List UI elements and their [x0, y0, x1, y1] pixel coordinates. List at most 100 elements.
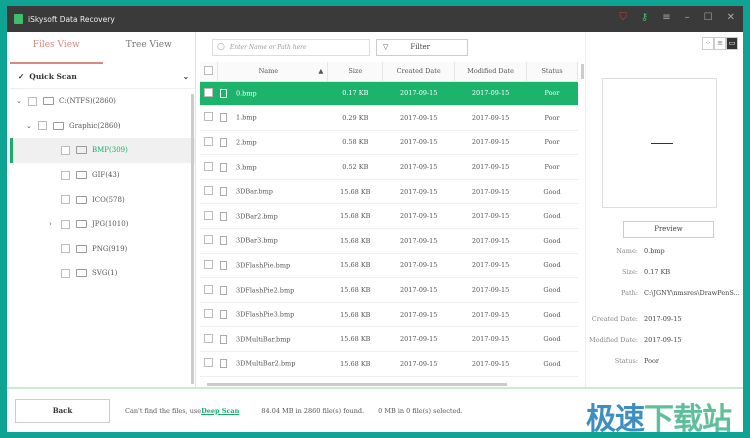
cell: 2017-09-15	[454, 302, 527, 328]
select-all-checkbox[interactable]	[200, 62, 219, 82]
column-header[interactable]: Status	[526, 62, 578, 82]
checkbox[interactable]	[61, 170, 70, 180]
cell: 2017-09-15	[454, 326, 527, 353]
info-row: Name: 0.bmp	[616, 247, 665, 255]
cell: 0.52 KB	[327, 154, 383, 180]
file-icon	[219, 211, 227, 221]
back-button[interactable]: Back	[15, 398, 110, 423]
tree-item[interactable]: ⌄ Graphic(2860)	[10, 114, 195, 139]
footer: Back Can't find the files, use Deep Scan…	[7, 387, 743, 437]
tree-item[interactable]: PNG(919)	[10, 237, 195, 262]
cell: 2017-09-15	[382, 81, 455, 107]
table-row[interactable]: 3DMultiBar2.bmp 15.68 KB 2017-09-15 2017-09…	[200, 351, 578, 377]
info-row: Path: C:\JGNY\nmsres\DrawPenS...	[621, 289, 740, 297]
cell: 3DFlashPie3.bmp	[217, 302, 328, 328]
row-checkbox[interactable]	[204, 136, 214, 146]
cart-icon[interactable]: ⛉	[619, 12, 627, 23]
checkbox[interactable]	[61, 244, 70, 254]
table-row[interactable]: 3DFlashPie.bmp 15.68 KB 2017-09-15 2017-09-…	[200, 253, 578, 279]
title-bar: iSkysoft Data Recovery ⛉ ⚷ ≡ – ☐ ✕	[7, 6, 743, 32]
tree-item[interactable]: ⌄ C:(NTFS)(2860)	[10, 89, 195, 114]
grid-view-icon[interactable]: ⁘	[702, 37, 714, 50]
table-row[interactable]: 3DMultiBar.bmp 15.68 KB 2017-09-15 2017-09-…	[200, 326, 578, 353]
row-checkbox[interactable]	[204, 259, 214, 269]
folder-icon	[76, 269, 87, 278]
cell: Poor	[526, 130, 578, 156]
cell: Poor	[526, 154, 578, 180]
tab-files-view[interactable]: Files View	[10, 32, 103, 64]
table-row[interactable]: 3DBar3.bmp 15.68 KB 2017-09-15 2017-09-15 Go…	[200, 228, 578, 254]
tab-tree-view[interactable]: Tree View	[103, 32, 196, 64]
table-row[interactable]: 1.bmp 0.29 KB 2017-09-15 2017-09-15 Poor	[200, 105, 578, 131]
list-view-icon[interactable]: ≡	[714, 37, 726, 50]
table-row[interactable]: 3DFlashPie2.bmp 15.68 KB 2017-09-15 2017-09…	[200, 277, 578, 303]
table-row[interactable]: 3DBar2.bmp 15.68 KB 2017-09-15 2017-09-15 Go…	[200, 203, 578, 230]
cell: 0.bmp	[217, 81, 328, 107]
minimize-icon[interactable]: –	[685, 12, 690, 23]
row-checkbox[interactable]	[204, 112, 214, 122]
maximize-icon[interactable]: ☐	[704, 12, 713, 23]
checkbox[interactable]	[28, 96, 37, 106]
cell: 15.68 KB	[327, 302, 383, 328]
cell: 15.68 KB	[327, 326, 383, 353]
column-header[interactable]: Created Date	[382, 62, 456, 82]
checkbox[interactable]	[61, 219, 70, 229]
collapse-chevron-icon[interactable]: ›	[36, 220, 61, 228]
table-row[interactable]: 3DBar.bmp 15.68 KB 2017-09-15 2017-09-15 Goo…	[200, 179, 578, 205]
cell: 15.68 KB	[327, 351, 383, 377]
file-icon	[219, 310, 227, 320]
cell: 15.68 KB	[327, 228, 383, 254]
table-row[interactable]: 2.bmp 0.58 KB 2017-09-15 2017-09-15 Poor	[200, 130, 578, 156]
cell: Poor	[526, 81, 578, 107]
row-checkbox[interactable]	[204, 358, 214, 368]
row-checkbox[interactable]	[204, 161, 214, 171]
menu-icon[interactable]: ≡	[662, 12, 670, 23]
table-row[interactable]: 0.bmp 0.17 KB 2017-09-15 2017-09-15 Poor	[200, 81, 578, 107]
checkbox[interactable]	[61, 195, 70, 205]
column-header[interactable]: Size	[327, 62, 384, 82]
preview-view-icon[interactable]: ▭	[726, 37, 738, 50]
row-checkbox[interactable]	[204, 309, 214, 319]
horizontal-scrollbar[interactable]	[207, 383, 507, 386]
file-icon	[219, 236, 227, 246]
file-icon	[219, 260, 227, 270]
tree-item[interactable]: BMP(309)	[10, 138, 195, 163]
search-input[interactable]: ○ Enter Name or Path here	[212, 38, 370, 56]
checkbox[interactable]	[61, 268, 70, 278]
cell: 2.bmp	[217, 130, 328, 156]
chevron-down-icon[interactable]: ⌄	[183, 72, 189, 81]
table-row[interactable]: 3DFlashPie3.bmp 15.68 KB 2017-09-15 2017-09…	[200, 302, 578, 328]
row-checkbox[interactable]	[204, 333, 214, 343]
tree-item[interactable]: ICO(578)	[10, 187, 195, 212]
left-scrollbar[interactable]	[191, 94, 194, 384]
key-icon[interactable]: ⚷	[641, 12, 648, 23]
cell: 2017-09-15	[382, 130, 455, 156]
tree-item-label: SVG(1)	[92, 269, 118, 278]
row-checkbox[interactable]	[204, 235, 214, 245]
column-header[interactable]: Name ▲	[217, 62, 329, 82]
expand-chevron-icon[interactable]: ⌄	[26, 122, 38, 130]
checkbox[interactable]	[38, 121, 47, 131]
cell: Good	[526, 351, 578, 377]
tree-item[interactable]: SVG(1)	[10, 261, 195, 286]
row-checkbox[interactable]	[204, 284, 214, 294]
expand-chevron-icon[interactable]: ⌄	[16, 97, 28, 105]
table-row[interactable]: 3.bmp 0.52 KB 2017-09-15 2017-09-15 Poor	[200, 154, 578, 180]
column-header[interactable]: Modified Date	[454, 62, 528, 82]
sort-asc-icon: ▲	[318, 67, 324, 76]
row-checkbox[interactable]	[204, 87, 214, 97]
tree-item[interactable]: GIF(43)	[10, 163, 195, 188]
close-icon[interactable]: ✕	[727, 12, 735, 23]
quick-scan-header[interactable]: ✓ Quick Scan ⌄	[10, 64, 195, 89]
checkbox[interactable]	[61, 145, 70, 155]
filter-button[interactable]: ▽ Filter	[376, 38, 468, 56]
file-icon	[219, 334, 227, 344]
tree-item[interactable]: › JPG(1010)	[10, 212, 195, 237]
tree-item-label: JPG(1010)	[92, 220, 129, 229]
hint-text: Can't find the files, use	[125, 406, 202, 415]
preview-button[interactable]: Preview	[623, 221, 714, 238]
deep-scan-link[interactable]: Deep Scan	[201, 407, 239, 415]
row-checkbox[interactable]	[204, 186, 214, 196]
table-scrollbar[interactable]	[581, 64, 584, 79]
row-checkbox[interactable]	[204, 210, 214, 220]
